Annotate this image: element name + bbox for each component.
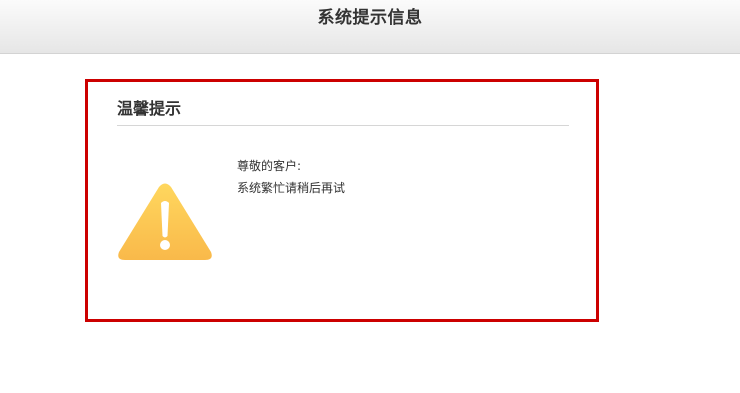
notice-divider [117,125,569,126]
busy-message-text: 系统繁忙请稍后再试 [237,181,346,195]
message-block: 尊敬的客户: 系统繁忙请稍后再试 [237,155,345,199]
notice-panel: 温馨提示 尊敬的客户: 系统繁忙请稍后再试 [85,79,599,322]
top-header-bar: 系统提示信息 [0,0,740,54]
notice-title: 温馨提示 [117,99,182,118]
page-title: 系统提示信息 [317,8,423,28]
greeting-text: 尊敬的客户: [237,159,302,173]
warning-icon [118,183,212,260]
